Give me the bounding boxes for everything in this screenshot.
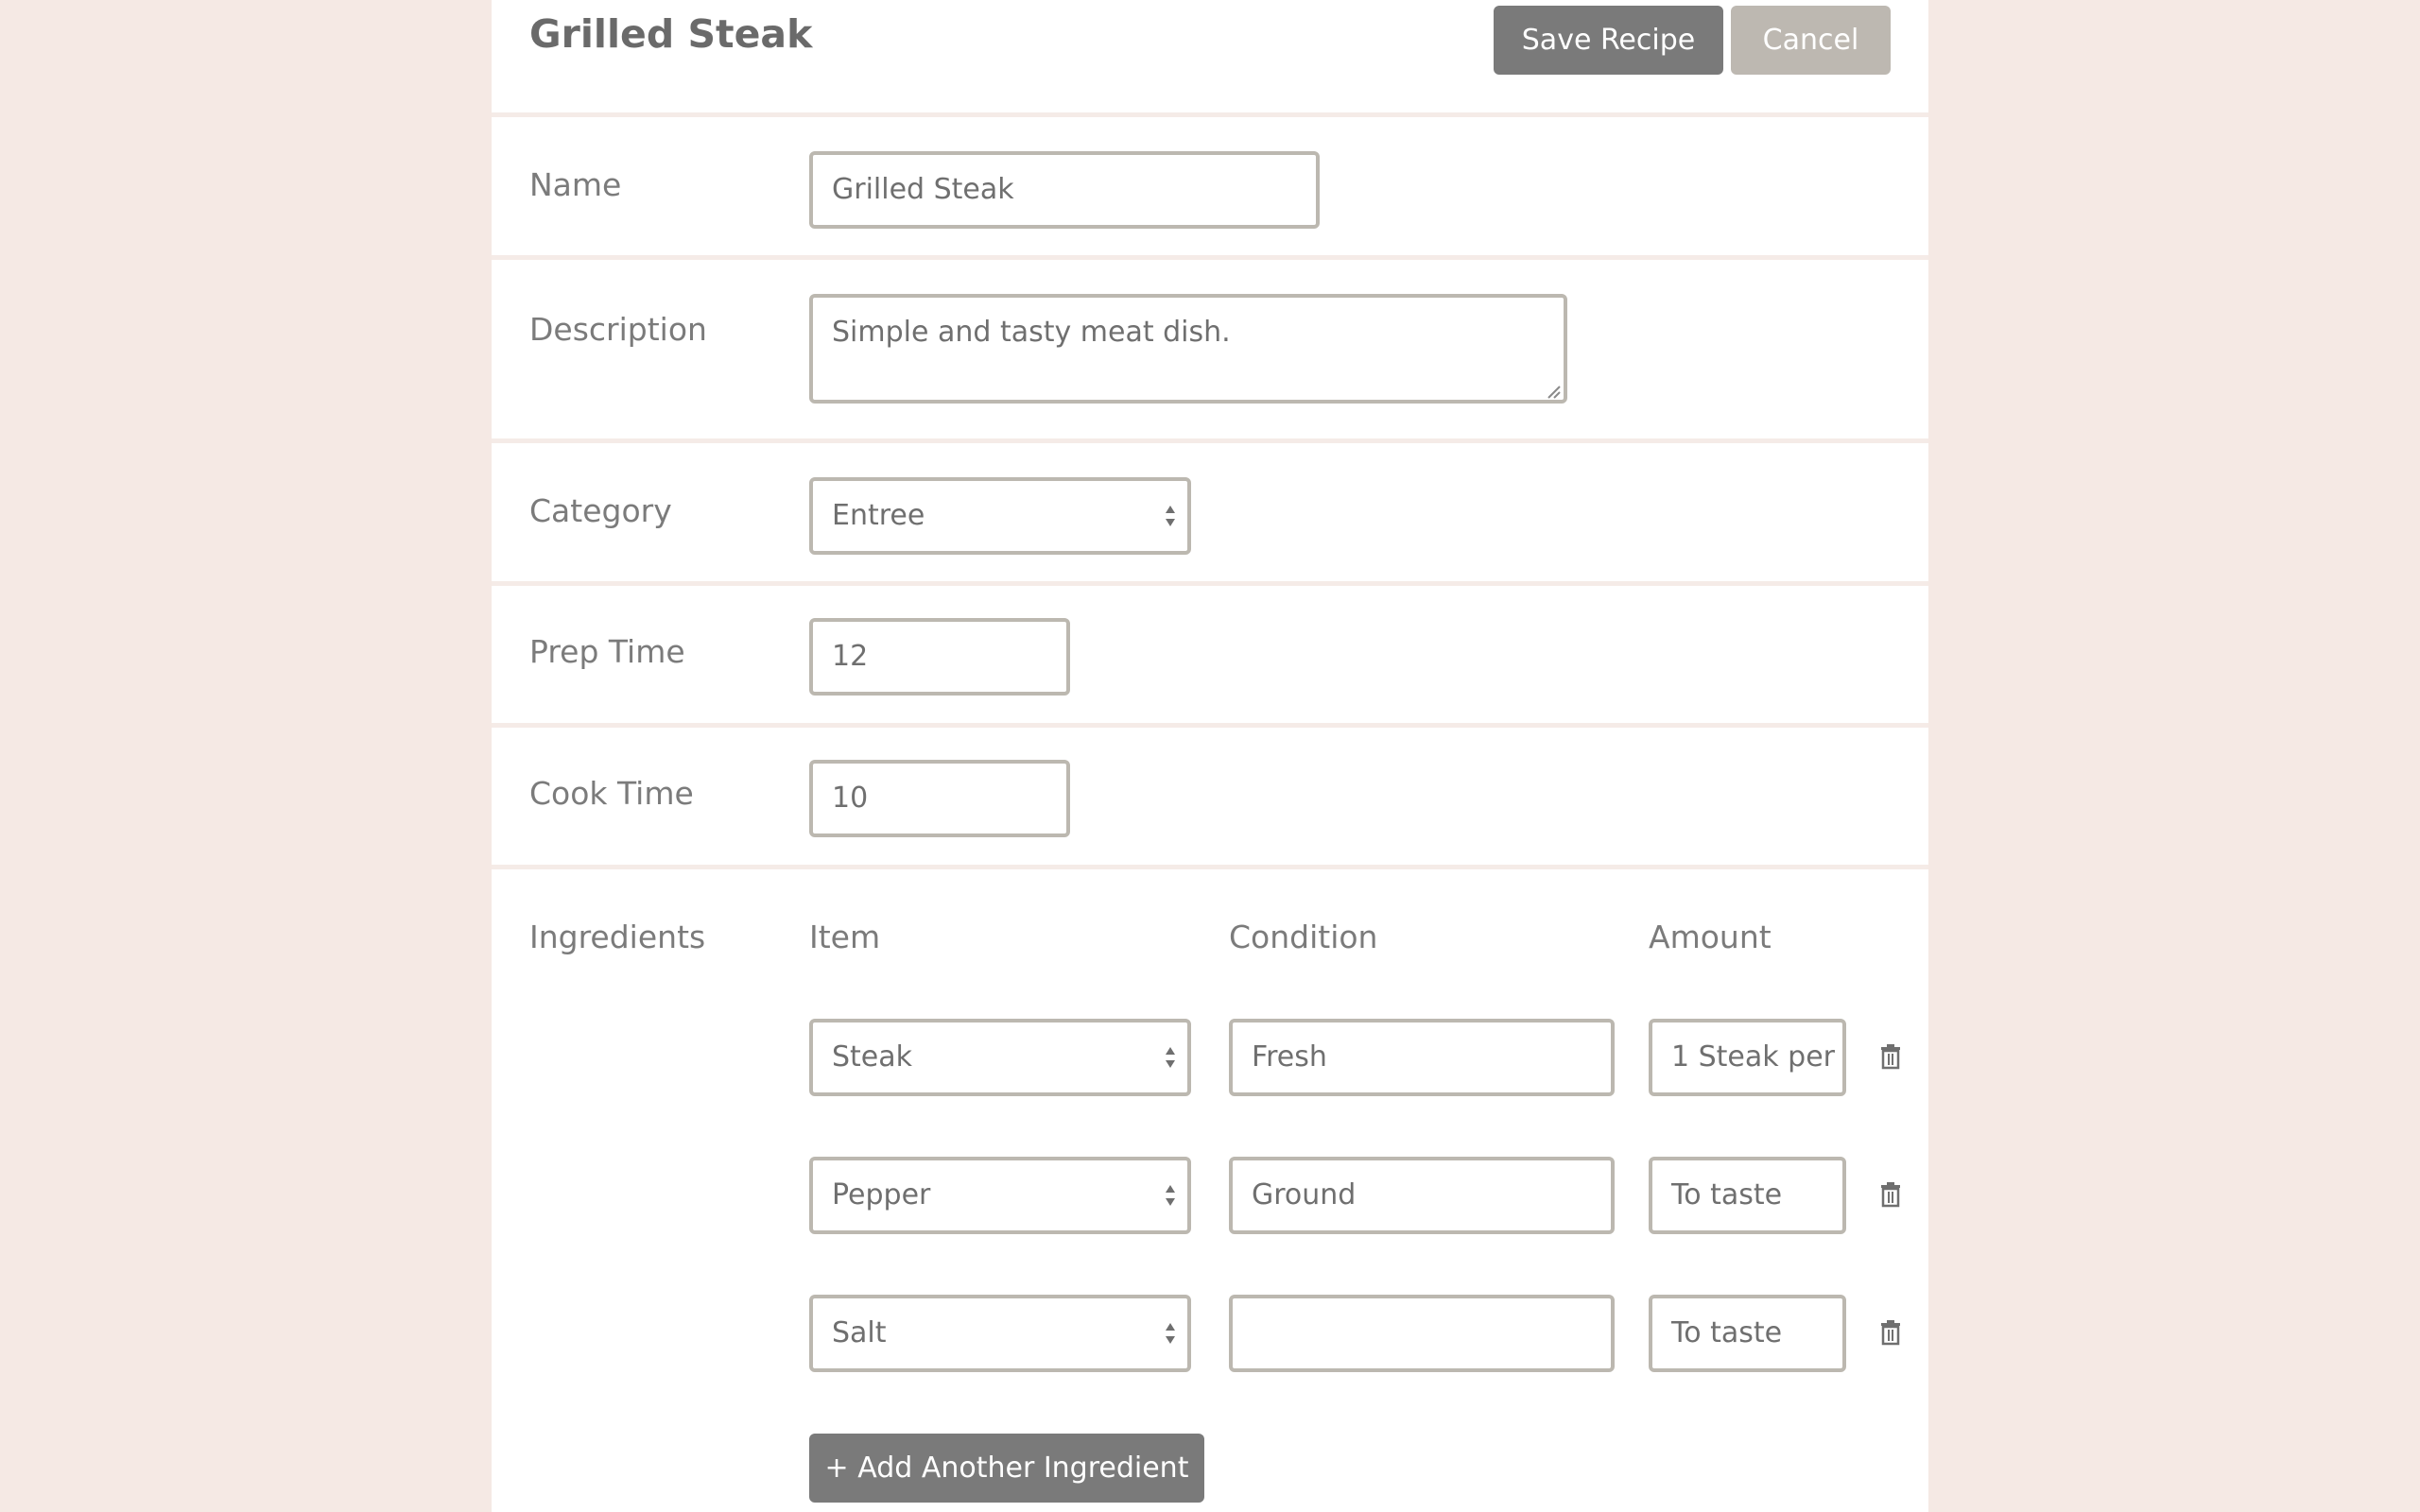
ingredient-item-value: Salt [832,1316,887,1349]
add-ingredient-button[interactable]: + Add Another Ingredient [809,1434,1204,1503]
page-title: Grilled Steak [529,11,813,57]
cook-time-row: Cook Time 10 [492,723,1928,865]
description-row: Description Simple and tasty meat dish. [492,255,1928,438]
prep-time-input[interactable]: 12 [809,618,1070,696]
ingredient-item-select[interactable]: Pepper [809,1157,1191,1234]
ingredient-item-select[interactable]: Steak [809,1019,1191,1096]
condition-column-header: Condition [1229,919,1378,955]
updown-arrows-icon [1166,1185,1175,1206]
ingredient-condition-input[interactable]: Fresh [1229,1019,1615,1096]
ingredient-amount-input[interactable]: 1 Steak per person [1649,1019,1846,1096]
trash-icon[interactable] [1879,1043,1902,1070]
prep-time-row: Prep Time 12 [492,581,1928,723]
category-label: Category [529,492,672,529]
ingredient-amount-input[interactable]: To taste [1649,1157,1846,1234]
ingredient-row: Steak Fresh 1 Steak per person [492,1019,1928,1096]
trash-icon[interactable] [1879,1181,1902,1208]
category-select-value: Entree [832,499,925,532]
updown-arrows-icon [1166,506,1175,526]
ingredient-row: Salt To taste [492,1295,1928,1372]
category-row: Category Entree [492,438,1928,581]
name-input[interactable]: Grilled Steak [809,151,1320,229]
ingredient-item-value: Pepper [832,1178,931,1211]
prep-time-label: Prep Time [529,633,685,670]
cook-time-label: Cook Time [529,775,694,812]
cook-time-input[interactable]: 10 [809,760,1070,837]
name-label: Name [529,166,622,203]
recipe-editor-panel: Grilled Steak Save Recipe Cancel Name Gr… [492,0,1928,1512]
ingredient-item-value: Steak [832,1040,913,1074]
save-recipe-button[interactable]: Save Recipe [1494,6,1723,75]
ingredient-item-select[interactable]: Salt [809,1295,1191,1372]
category-select[interactable]: Entree [809,477,1191,555]
updown-arrows-icon [1166,1323,1175,1344]
ingredients-label: Ingredients [529,919,706,955]
cancel-button[interactable]: Cancel [1731,6,1891,75]
description-label: Description [529,311,707,348]
ingredient-condition-input[interactable] [1229,1295,1615,1372]
amount-column-header: Amount [1649,919,1772,955]
ingredient-condition-input[interactable]: Ground [1229,1157,1615,1234]
updown-arrows-icon [1166,1047,1175,1068]
ingredient-row: Pepper Ground To taste [492,1157,1928,1234]
ingredient-amount-input[interactable]: To taste [1649,1295,1846,1372]
trash-icon[interactable] [1879,1319,1902,1346]
ingredients-section: Ingredients Item Condition Amount Steak … [492,865,1928,1512]
name-row: Name Grilled Steak [492,112,1928,255]
description-textarea[interactable]: Simple and tasty meat dish. [809,294,1567,404]
item-column-header: Item [809,919,881,955]
resize-handle-icon[interactable] [1547,385,1562,400]
